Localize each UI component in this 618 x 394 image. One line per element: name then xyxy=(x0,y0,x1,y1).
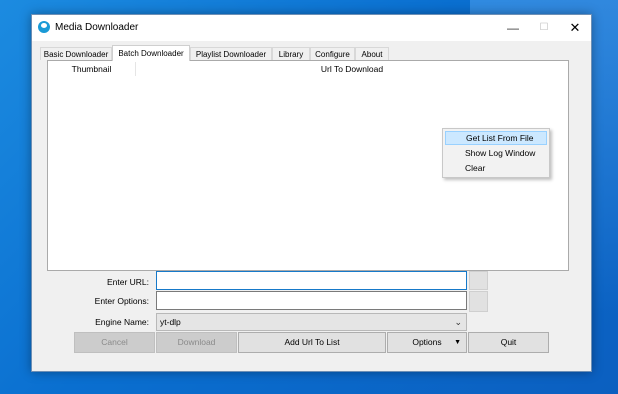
menu-item-clear[interactable]: Clear xyxy=(445,161,547,175)
url-input[interactable] xyxy=(156,271,467,290)
app-window: Media Downloader — ☐ ✕ Basic Downloader … xyxy=(31,14,592,372)
engine-select[interactable]: yt-dlp ⌄ xyxy=(156,313,467,331)
close-button[interactable]: ✕ xyxy=(560,15,590,41)
tab-batch-downloader[interactable]: Batch Downloader xyxy=(112,45,190,61)
options-button-label: Options xyxy=(412,337,442,347)
title-bar[interactable]: Media Downloader — ☐ ✕ xyxy=(32,15,591,41)
dropdown-arrow-icon: ▼ xyxy=(454,339,461,346)
download-button[interactable]: Download xyxy=(156,332,237,353)
options-side-button[interactable] xyxy=(469,291,488,312)
url-label: Enter URL: xyxy=(106,277,149,287)
maximize-button[interactable]: ☐ xyxy=(529,15,559,41)
window-title: Media Downloader xyxy=(55,22,139,33)
options-button[interactable]: Options ▼ xyxy=(387,332,467,353)
cancel-button[interactable]: Cancel xyxy=(74,332,155,353)
tab-basic-downloader[interactable]: Basic Downloader xyxy=(40,47,112,60)
tab-library[interactable]: Library xyxy=(272,47,310,60)
minimize-button[interactable]: — xyxy=(498,15,528,41)
options-input[interactable] xyxy=(156,291,467,310)
url-side-button[interactable] xyxy=(469,271,488,290)
context-menu: Get List From File Show Log Window Clear xyxy=(442,128,550,178)
column-header-thumbnail[interactable]: Thumbnail xyxy=(48,61,135,77)
engine-label: Engine Name: xyxy=(95,317,149,327)
add-url-to-list-button[interactable]: Add Url To List xyxy=(238,332,386,353)
tab-configure[interactable]: Configure xyxy=(310,47,355,60)
tab-about[interactable]: About xyxy=(355,47,389,60)
quit-button[interactable]: Quit xyxy=(468,332,549,353)
column-header-url[interactable]: Url To Download xyxy=(136,61,568,77)
options-label: Enter Options: xyxy=(94,296,149,306)
tab-playlist-downloader[interactable]: Playlist Downloader xyxy=(190,47,272,60)
app-logo-icon xyxy=(38,21,50,33)
engine-select-value: yt-dlp xyxy=(160,317,181,327)
chevron-down-icon: ⌄ xyxy=(454,317,462,327)
menu-item-get-list-from-file[interactable]: Get List From File xyxy=(445,131,547,145)
menu-item-show-log-window[interactable]: Show Log Window xyxy=(445,146,547,160)
